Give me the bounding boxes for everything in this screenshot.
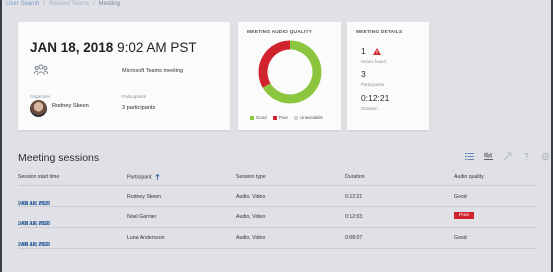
session-duration: 0:12:21 xyxy=(345,194,363,200)
session-type: Audio, Video xyxy=(236,214,266,220)
organizer-name[interactable]: Rodney Skeen xyxy=(52,103,89,109)
sessions-table-header: Session start time Participant Session t… xyxy=(18,172,537,184)
breadcrumb-user-search[interactable]: User Search xyxy=(6,0,39,12)
column-header-participant-label: Participant xyxy=(127,174,152,181)
warning-icon xyxy=(373,48,381,55)
team-icon xyxy=(34,64,48,76)
table-row[interactable]: JAN 18, 2018 9:02 AM PST Rodney Skeen Au… xyxy=(18,187,537,207)
expand-icon[interactable] xyxy=(503,152,512,161)
divider xyxy=(18,185,537,186)
issues-label: Issues found xyxy=(361,59,386,64)
legend-swatch-good xyxy=(250,115,254,120)
donut-slice-poor xyxy=(258,40,291,88)
details-participants-label: Participants xyxy=(361,82,384,87)
breadcrumb-related-teams[interactable]: Related Teams xyxy=(49,0,89,12)
session-quality: Good xyxy=(454,194,467,200)
sessions-toolbar xyxy=(465,152,550,162)
settings-icon[interactable] xyxy=(541,152,550,161)
session-type: Audio, Video xyxy=(236,194,266,200)
column-header-participant[interactable]: Participant xyxy=(127,173,160,181)
meeting-type: Microsoft Teams meeting xyxy=(122,68,184,74)
legend-swatch-poor xyxy=(272,115,277,120)
duration-value: 0:12:21 xyxy=(361,93,390,103)
session-participant: Rodney Skeen xyxy=(127,194,162,200)
legend-item-unavailable: Unavailable xyxy=(294,115,323,120)
meeting-summary-card: JAN 18, 2018 9:02 AM PST Microsoft Teams… xyxy=(18,22,230,130)
meeting-time: 9:02 AM PST xyxy=(117,40,197,55)
table-row[interactable]: JAN 18, 2018 9:06 AM PST Luna Andersson … xyxy=(18,228,537,248)
breadcrumb-meeting: Meeting xyxy=(98,1,120,7)
participants-label: Participants xyxy=(122,94,147,99)
breadcrumb: User Search / Related Teams / Meeting xyxy=(6,0,120,12)
session-type: Audio, Video xyxy=(236,235,266,241)
legend-label-good: Good xyxy=(256,115,267,120)
breadcrumb-separator: / xyxy=(43,1,46,7)
sort-ascending-icon xyxy=(155,173,160,180)
column-header-duration[interactable]: Duration xyxy=(345,174,365,180)
timeline-view-icon[interactable] xyxy=(484,152,493,161)
legend-swatch-unavailable xyxy=(294,115,299,120)
session-quality-poor-badge: Poor xyxy=(454,212,475,219)
session-participant: Noel Garnier xyxy=(127,214,157,220)
legend-label-poor: Poor xyxy=(278,115,289,120)
audio-quality-donut xyxy=(258,40,322,104)
breadcrumb-separator: / xyxy=(92,1,95,7)
session-participant: Luna Andersson xyxy=(127,235,165,241)
meeting-datetime: JAN 18, 2018 9:02 AM PST xyxy=(30,40,197,55)
sessions-title: Meeting sessions xyxy=(18,152,100,164)
session-quality: Good xyxy=(454,235,467,241)
meeting-details-title: MEETING DETAILS xyxy=(356,30,403,35)
column-header-start-time[interactable]: Session start time xyxy=(18,174,59,180)
legend-label-unavailable: Unavailable xyxy=(300,115,323,120)
organizer-avatar xyxy=(30,100,47,117)
list-view-icon[interactable] xyxy=(465,152,474,161)
session-duration: 0:12:03 xyxy=(345,214,363,220)
meeting-date: JAN 18, 2018 xyxy=(30,40,114,55)
participants-count: 3 participants xyxy=(122,105,156,111)
session-duration: 0:08:07 xyxy=(345,235,363,241)
help-icon[interactable] xyxy=(522,152,531,161)
column-header-audio-quality[interactable]: Audio quality xyxy=(454,174,484,180)
audio-quality-title: MEETING AUDIO QUALITY xyxy=(247,30,313,35)
audio-quality-card: MEETING AUDIO QUALITY Good Poor Unavaila… xyxy=(238,22,341,130)
table-row[interactable]: JAN 18, 2018 9:02 AM PST Noel Garnier Au… xyxy=(18,207,537,227)
audio-quality-legend: Good Poor Unavailable xyxy=(250,115,323,120)
legend-item-good: Good xyxy=(250,115,267,120)
details-participants-count: 3 xyxy=(361,69,366,79)
issues-count: 1 xyxy=(361,46,366,56)
divider xyxy=(18,248,537,249)
meeting-details-card: MEETING DETAILS 1 Issues found 3 Partici… xyxy=(347,22,429,130)
legend-item-poor: Poor xyxy=(272,115,289,120)
column-header-session-type[interactable]: Session type xyxy=(236,174,266,180)
organizer-label: Organizer xyxy=(30,94,51,99)
duration-label: Duration xyxy=(361,106,378,111)
